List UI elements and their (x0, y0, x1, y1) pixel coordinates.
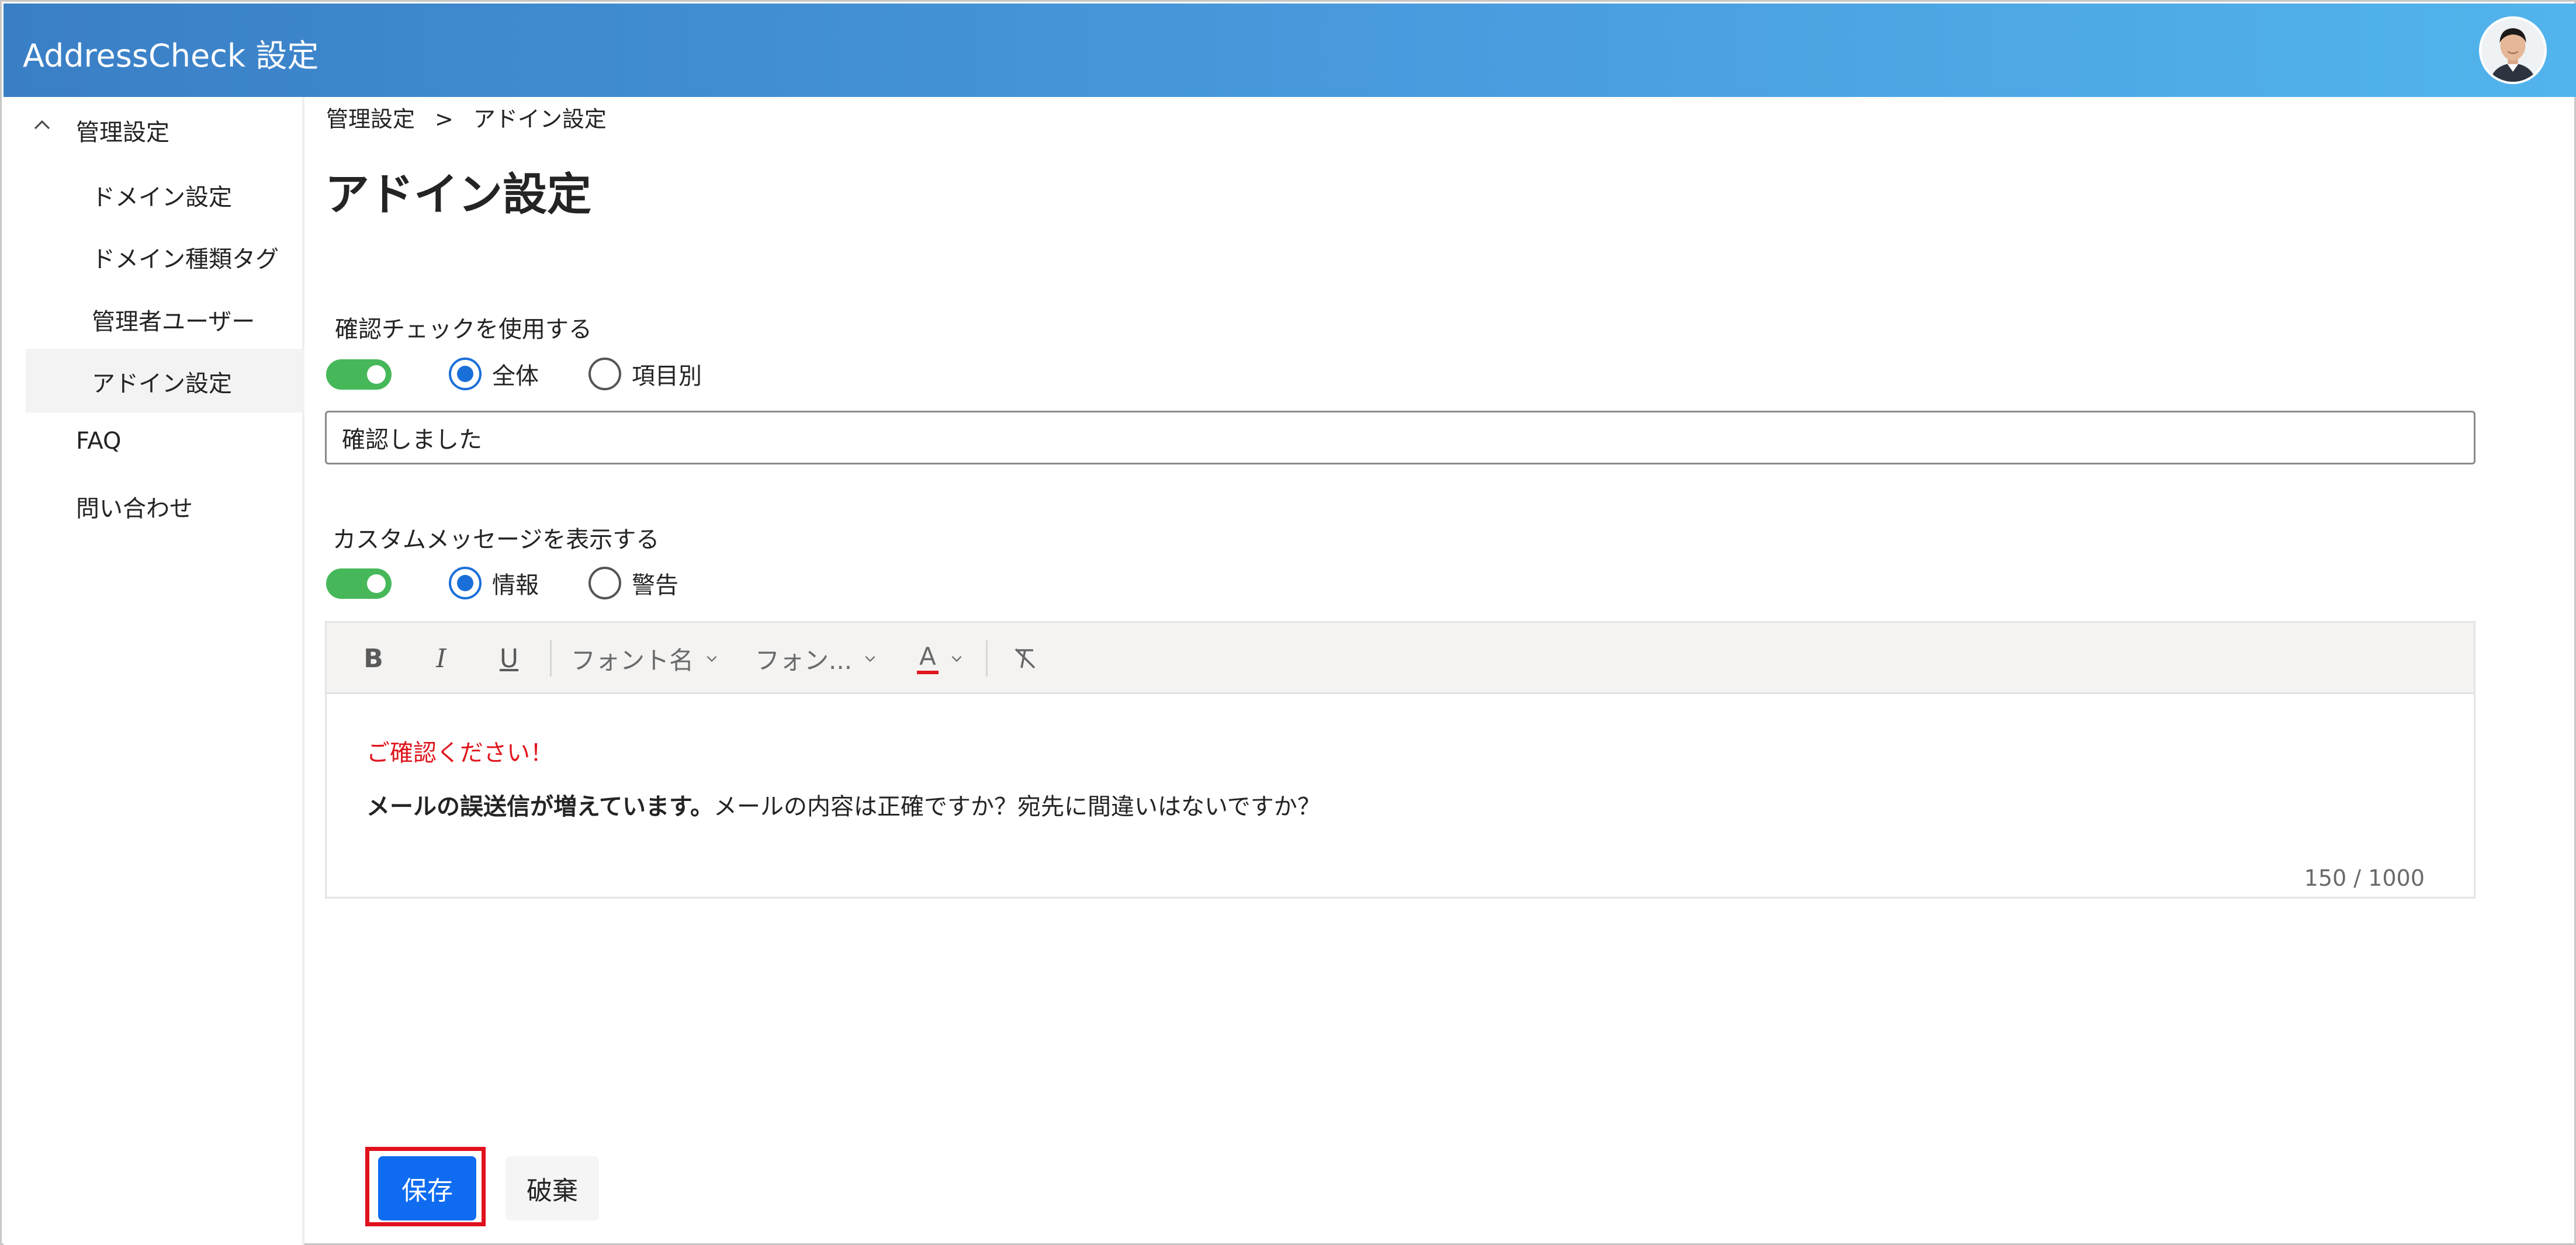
app-header: AddressCheck 設定 (4, 4, 2576, 97)
sidebar-item-admin-users[interactable]: 管理者ユーザー (92, 303, 255, 337)
font-name-label: フォント名 (571, 646, 694, 675)
editor-content[interactable]: ご確認ください！ メールの誤送信が増えています。メールの内容は正確ですか？宛先に… (366, 734, 1321, 820)
radio-all-circle[interactable] (449, 358, 482, 390)
clear-format-icon (1015, 648, 1036, 669)
radio-info-label: 情報 (492, 572, 539, 599)
sidebar-item-faq[interactable]: FAQ (76, 428, 121, 455)
editor-toolbar: B I U フォント名 フォン... A (327, 623, 2474, 694)
clear-format-button[interactable] (1005, 639, 1045, 678)
font-color-dropdown[interactable]: A (917, 640, 964, 677)
bold-button[interactable]: B (356, 639, 391, 678)
message-regular-text: メールの内容は正確ですか？宛先に間違いはないですか？ (714, 793, 1321, 820)
person-icon (2481, 19, 2544, 82)
message-heading: ご確認ください！ (366, 740, 553, 767)
sidebar-item-addin-settings[interactable]: アドイン設定 (92, 365, 232, 398)
character-count: 150 / 1000 (2304, 865, 2425, 891)
confirm-check-toggle[interactable] (326, 359, 392, 390)
radio-warning[interactable]: 警告 (588, 566, 678, 600)
sidebar-item-domain-type-tags[interactable]: ドメイン種類タグ (92, 240, 279, 274)
app-title: AddressCheck 設定 (23, 37, 319, 74)
underline-button[interactable]: U (491, 639, 527, 678)
radio-per-item[interactable]: 項目別 (588, 357, 702, 391)
radio-info[interactable]: 情報 (449, 566, 539, 600)
font-name-dropdown[interactable]: フォント名 (571, 640, 719, 677)
sidebar-group-admin-settings[interactable]: 管理設定 (76, 113, 169, 147)
message-bold-text: メールの誤送信が増えています。 (366, 793, 714, 820)
sidebar-item-domain-settings[interactable]: ドメイン設定 (92, 178, 232, 212)
rich-text-editor: B I U フォント名 フォン... A ご確認ください！ メールの誤送信が増え… (325, 621, 2475, 899)
italic-button[interactable]: I (424, 639, 459, 678)
radio-per-item-label: 項目別 (632, 363, 702, 390)
page-title: アドイン設定 (325, 168, 591, 220)
radio-warning-circle[interactable] (588, 567, 621, 599)
sidebar-item-contact[interactable]: 問い合わせ (76, 490, 193, 523)
radio-warning-label: 警告 (632, 572, 678, 599)
chevron-down-icon (865, 656, 875, 662)
breadcrumb-separator: > (435, 106, 453, 132)
custom-message-toggle[interactable] (326, 568, 392, 599)
breadcrumb-parent[interactable]: 管理設定 (326, 101, 415, 133)
radio-info-circle[interactable] (449, 567, 482, 599)
confirm-text-input[interactable] (325, 411, 2475, 464)
toggle-knob (367, 574, 386, 593)
user-avatar[interactable] (2479, 16, 2547, 84)
radio-all[interactable]: 全体 (449, 357, 539, 391)
breadcrumb-current: アドイン設定 (473, 106, 607, 132)
sidebar-nav: 管理設定 ドメイン設定 ドメイン種類タグ 管理者ユーザー アドイン設定 FAQ … (4, 97, 304, 1245)
font-size-label: フォン... (755, 646, 853, 675)
radio-per-item-circle[interactable] (588, 358, 621, 390)
toolbar-separator (986, 640, 988, 677)
font-color-icon: A (917, 643, 939, 674)
radio-all-label: 全体 (492, 363, 539, 390)
discard-button[interactable]: 破棄 (505, 1156, 599, 1220)
chevron-down-icon (951, 656, 962, 662)
confirm-check-label: 確認チェックを使用する (335, 316, 592, 343)
chevron-down-icon (707, 656, 717, 662)
custom-message-label: カスタムメッセージを表示する (333, 526, 660, 553)
app-window: AddressCheck 設定 管理設定 ドメイン設定 ドメイン種類タグ 管理者… (0, 0, 2576, 1245)
font-size-dropdown[interactable]: フォン... (755, 640, 878, 677)
message-body: メールの誤送信が増えています。メールの内容は正確ですか？宛先に間違いはないですか… (366, 788, 1321, 821)
toolbar-separator (550, 640, 552, 677)
toggle-knob (367, 365, 386, 384)
breadcrumb: 管理設定 > アドイン設定 (326, 101, 607, 133)
save-button[interactable]: 保存 (378, 1156, 476, 1220)
chevron-up-icon[interactable] (32, 115, 53, 136)
